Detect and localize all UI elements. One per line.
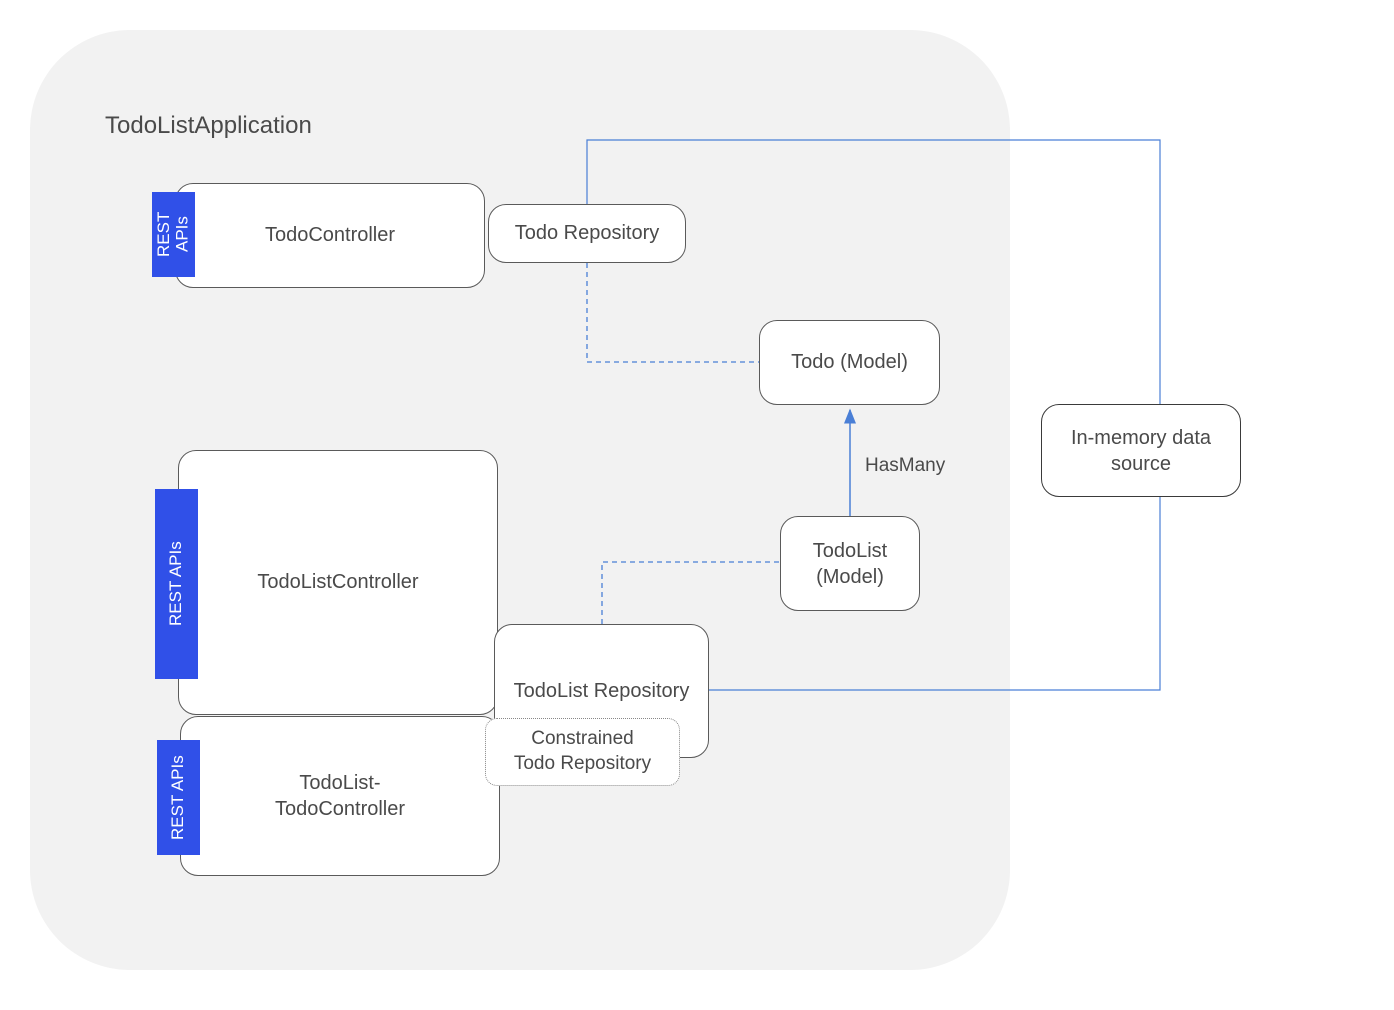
todo-model-box: Todo (Model) [759, 320, 940, 405]
rest-apis-badge-3: REST APIs [157, 740, 200, 855]
todolist-controller-box: TodoListController [178, 450, 498, 715]
todolist-model-label: TodoList (Model) [813, 538, 888, 590]
rest-apis-badge-1: RESTAPIs [152, 192, 195, 277]
todo-model-label: Todo (Model) [791, 351, 908, 374]
todo-controller-label: TodoController [265, 224, 395, 247]
rest-apis-badge-2: REST APIs [155, 489, 198, 679]
constrained-repo-box: Constrained Todo Repository [485, 718, 680, 786]
datasource-box: In-memory data source [1041, 404, 1241, 497]
diagram-title: TodoListApplication [105, 112, 312, 140]
todolist-model-box: TodoList (Model) [780, 516, 920, 611]
todolist-todo-controller-box: TodoList- TodoController [180, 716, 500, 876]
rest-apis-badge-1-label: RESTAPIs [155, 212, 192, 257]
todo-controller-box: TodoController [175, 183, 485, 288]
todo-repository-box: Todo Repository [488, 204, 686, 263]
datasource-label: In-memory data source [1071, 425, 1211, 477]
todolist-repository-label: TodoList Repository [514, 678, 690, 704]
todolist-controller-label: TodoListController [257, 571, 418, 594]
rest-apis-badge-2-label: REST APIs [167, 542, 186, 627]
rest-apis-badge-3-label: REST APIs [169, 755, 188, 840]
has-many-label: HasMany [865, 455, 945, 477]
todo-repository-label: Todo Repository [515, 222, 660, 245]
constrained-repo-label: Constrained Todo Repository [514, 727, 651, 776]
todolist-todo-controller-label: TodoList- TodoController [275, 770, 405, 822]
